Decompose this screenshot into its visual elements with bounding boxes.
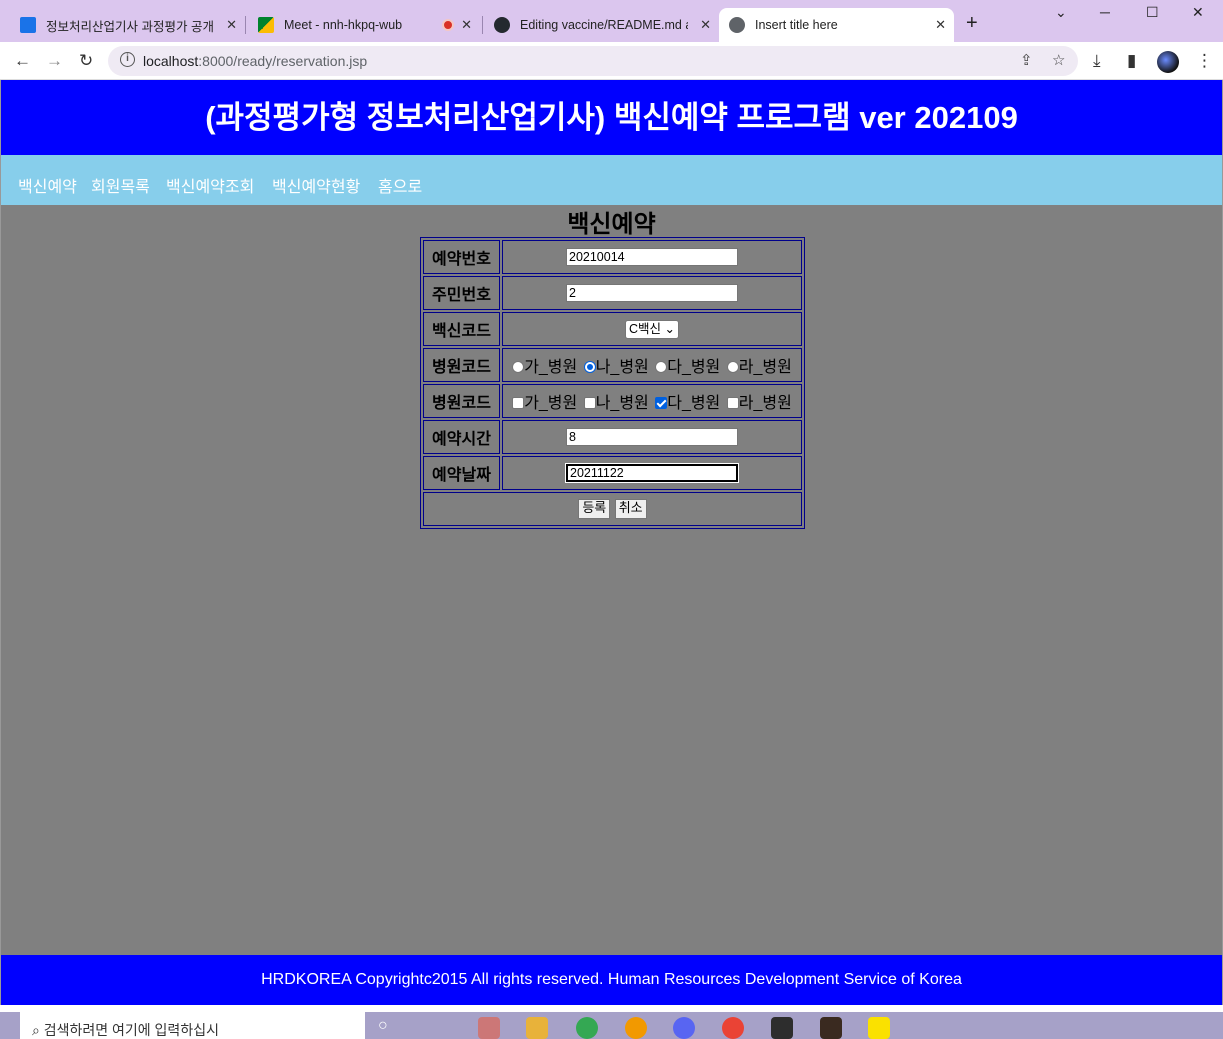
forward-icon[interactable]: → [46,51,63,71]
bookmark-star-icon[interactable]: ☆ [1052,51,1065,69]
side-panel-icon[interactable]: ▮ [1127,51,1136,71]
share-icon[interactable]: ⇪ [1020,51,1033,69]
taskbar-search[interactable]: ⌕ 검색하려면 여기에 입력하십시 [20,1012,365,1039]
hospital-radio-ra[interactable] [726,361,739,373]
search-placeholder: 검색하려면 여기에 입력하십시 [43,1022,219,1038]
github-icon [494,17,510,33]
main-nav: 백신예약 회원목록 백신예약조회 백신예약현황 홈으로 [1,155,1222,205]
tab-search-icon[interactable]: ⌄ [1055,4,1067,21]
browser-toolbar: ← → ↻ i localhost:8000/ready/reservation… [0,42,1223,80]
page-footer: HRDKOREA Copyrightc2015 All rights reser… [1,955,1222,1005]
back-icon[interactable]: ← [14,51,31,71]
close-tab-icon[interactable]: ✕ [935,17,946,33]
nav-link-members[interactable]: 회원목록 [91,173,150,197]
nav-link-reservation[interactable]: 백신예약 [18,173,77,197]
recording-icon [442,19,454,31]
close-tab-icon[interactable]: ✕ [461,17,472,33]
close-window-icon[interactable]: ✕ [1192,4,1204,21]
search-icon: ⌕ [32,1022,40,1038]
profile-avatar[interactable] [1157,51,1179,73]
hospital-checkbox-da[interactable] [655,397,668,409]
menu-kebab-icon[interactable]: ⋮ [1196,51,1213,71]
resv-no-input[interactable]: 20210014 [566,247,738,266]
nav-link-reservation-status[interactable]: 백신예약현황 [272,173,360,197]
option-label: 나_병원 [595,395,649,412]
discord-icon[interactable] [673,1017,695,1039]
task-view-icon[interactable]: ○ [378,1017,400,1039]
nav-link-home[interactable]: 홈으로 [378,173,422,197]
jumin-label: 주민번호 [423,276,500,310]
game-icon[interactable] [820,1017,842,1039]
tab-title: Meet - nnh-hkpq-wub [284,18,403,32]
hospital-radio-da[interactable] [655,361,668,373]
hospital-radio-na[interactable] [583,361,596,373]
app-4-icon[interactable] [771,1017,793,1039]
browser-tab-bar: 정보처리산업기사 과정평가 공개 ✕ Meet - nnh-hkpq-wub ✕… [0,0,1223,42]
close-tab-icon[interactable]: ✕ [226,17,237,33]
close-tab-icon[interactable]: ✕ [700,17,711,33]
browser-tab-4-active[interactable]: Insert title here ✕ [719,8,954,42]
option-label: 라_병원 [738,395,792,412]
resv-time-label: 예약시간 [423,420,500,454]
kakaotalk-icon[interactable] [868,1017,890,1039]
hospital-checkbox-ra[interactable] [726,397,739,409]
app-icon[interactable] [478,1017,500,1039]
option-label: 다_병원 [667,359,721,376]
chrome-profile-icon[interactable] [722,1017,744,1039]
submit-button[interactable]: 등록 [578,499,611,519]
nav-link-reservation-lookup[interactable]: 백신예약조회 [166,173,254,197]
option-label: 나_병원 [595,359,649,376]
url-text[interactable]: localhost:8000/ready/reservation.jsp [143,53,367,69]
tab-title: 정보처리산업기사 과정평가 공개 [46,19,214,34]
option-label: 라_병원 [738,359,792,376]
browser-tab-1[interactable]: 정보처리산업기사 과정평가 공개 ✕ [10,8,245,42]
option-label: 다_병원 [667,395,721,412]
download-icon[interactable]: ⤓ [1093,51,1101,71]
info-icon[interactable]: i [120,52,135,67]
jumin-input[interactable]: 2 [566,283,738,302]
globe-icon [729,17,745,33]
vaccine-code-label: 백신코드 [423,312,500,346]
tab-title: Insert title here [755,18,838,32]
resv-date-input[interactable]: 20211122 [565,462,739,483]
form-title: 백신예약 [567,211,656,238]
file-explorer-icon[interactable] [526,1017,548,1039]
os-taskbar: ⌕ 검색하려면 여기에 입력하십시 ○ [0,1012,1223,1039]
hospital-checkbox-ga[interactable] [512,397,525,409]
hospital-check-label: 병원코드 [423,384,500,418]
chevron-down-icon: ⌄ [664,321,675,336]
browser-tab-2[interactable]: Meet - nnh-hkpq-wub ✕ [248,8,480,42]
chrome-icon[interactable] [576,1017,598,1039]
resv-no-label: 예약번호 [423,240,500,274]
resv-time-input[interactable]: 8 [566,427,738,446]
address-bar[interactable]: i localhost:8000/ready/reservation.jsp ⇪… [108,46,1078,76]
vaccine-code-select[interactable]: C백신 ⌄ [625,319,679,339]
classroom-icon [20,17,36,33]
option-label: 가_병원 [524,395,578,412]
option-label: 가_병원 [524,359,578,376]
hospital-radio-label: 병원코드 [423,348,500,382]
resv-date-label: 예약날짜 [423,456,500,490]
hospital-checkbox-na[interactable] [583,397,596,409]
reload-icon[interactable]: ↻ [79,51,93,71]
meet-icon [258,17,274,33]
page-banner: (과정평가형 정보처리산업기사) 백신예약 프로그램 ver 202109 [1,80,1222,155]
maximize-icon[interactable]: ☐ [1146,4,1159,21]
minimize-icon[interactable]: ─ [1100,4,1110,20]
new-tab-icon[interactable]: + [966,12,978,35]
hospital-radio-ga[interactable] [512,361,525,373]
browser-tab-3[interactable]: Editing vaccine/README.md at ✕ [484,8,719,42]
cancel-button[interactable]: 취소 [614,499,647,519]
reservation-form: 예약번호 20210014 주민번호 2 백신코드 C백신 ⌄ 병원코드 가_병… [420,237,805,529]
page-content: (과정평가형 정보처리산업기사) 백신예약 프로그램 ver 202109 백신… [0,80,1223,1005]
browser-app-icon[interactable] [625,1017,647,1039]
tab-title: Editing vaccine/README.md at [520,18,688,32]
